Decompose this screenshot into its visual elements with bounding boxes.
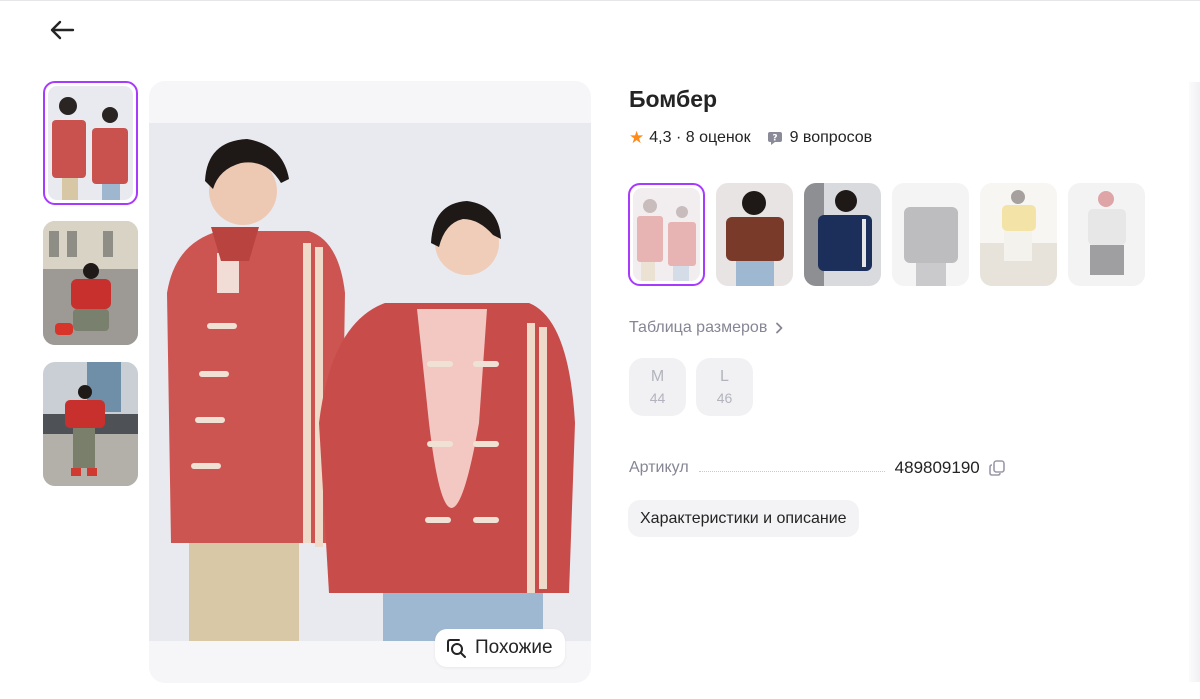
thumbnail-1[interactable]: [43, 81, 138, 205]
article-row: Артикул 489809190: [629, 456, 1039, 480]
size-table-label: Таблица размеров: [629, 319, 768, 336]
rating-row: ★ 4,3 · 8 оценок ? 9 вопросов: [629, 128, 872, 148]
article-label: Артикул: [629, 459, 689, 476]
chevron-right-icon: [776, 322, 783, 334]
color-option-grey[interactable]: [892, 183, 969, 286]
color-image-yellow: [980, 183, 1057, 286]
article-value: 489809190: [894, 458, 980, 477]
similar-button[interactable]: Похожие: [435, 629, 565, 667]
color-image-grey: [892, 183, 969, 286]
color-image-red: [633, 188, 700, 281]
color-option-brown[interactable]: [716, 183, 793, 286]
color-option-red[interactable]: [628, 183, 705, 286]
thumbnail-image-models: [48, 86, 133, 200]
color-image-navy: [804, 183, 881, 286]
back-button[interactable]: [44, 14, 80, 46]
thumbnail-3[interactable]: [43, 362, 138, 486]
main-product-photo: [149, 123, 591, 641]
size-label: L: [720, 367, 729, 385]
color-option-yellow[interactable]: [980, 183, 1057, 286]
image-search-icon: [447, 639, 466, 658]
size-option-l[interactable]: L 46: [696, 358, 753, 416]
main-gallery[interactable]: Похожие: [149, 81, 591, 683]
product-title: Бомбер: [629, 86, 718, 112]
size-ru-label: 44: [649, 389, 666, 406]
size-ru-label: 46: [716, 389, 733, 406]
color-option-navy[interactable]: [804, 183, 881, 286]
size-table-link[interactable]: Таблица размеров: [629, 319, 783, 337]
right-edge-panel: [1189, 82, 1200, 682]
color-option-light-grey[interactable]: [1068, 183, 1145, 286]
similar-label: Похожие: [475, 637, 553, 658]
rating-separator: ·: [671, 129, 686, 146]
top-divider: [0, 0, 1200, 1]
svg-text:?: ?: [772, 134, 777, 144]
star-icon: ★: [629, 128, 645, 147]
size-label: M: [650, 367, 665, 385]
color-image-brown: [716, 183, 793, 286]
size-option-m[interactable]: M 44: [629, 358, 686, 416]
thumbnail-2[interactable]: [43, 221, 138, 345]
arrow-left-icon: [50, 20, 75, 40]
description-button[interactable]: Характеристики и описание: [628, 500, 859, 537]
question-icon: ?: [767, 130, 783, 146]
thumbnail-image-outdoor: [43, 362, 138, 486]
thumbnail-image-street: [43, 221, 138, 345]
questions-count[interactable]: 9 вопросов: [790, 129, 873, 147]
copy-icon[interactable]: [988, 459, 1006, 477]
reviews-count[interactable]: 8 оценок: [686, 129, 751, 147]
article-leader-dots: [698, 470, 885, 472]
rating-value: 4,3: [649, 129, 672, 146]
color-image-light-grey: [1068, 183, 1145, 286]
